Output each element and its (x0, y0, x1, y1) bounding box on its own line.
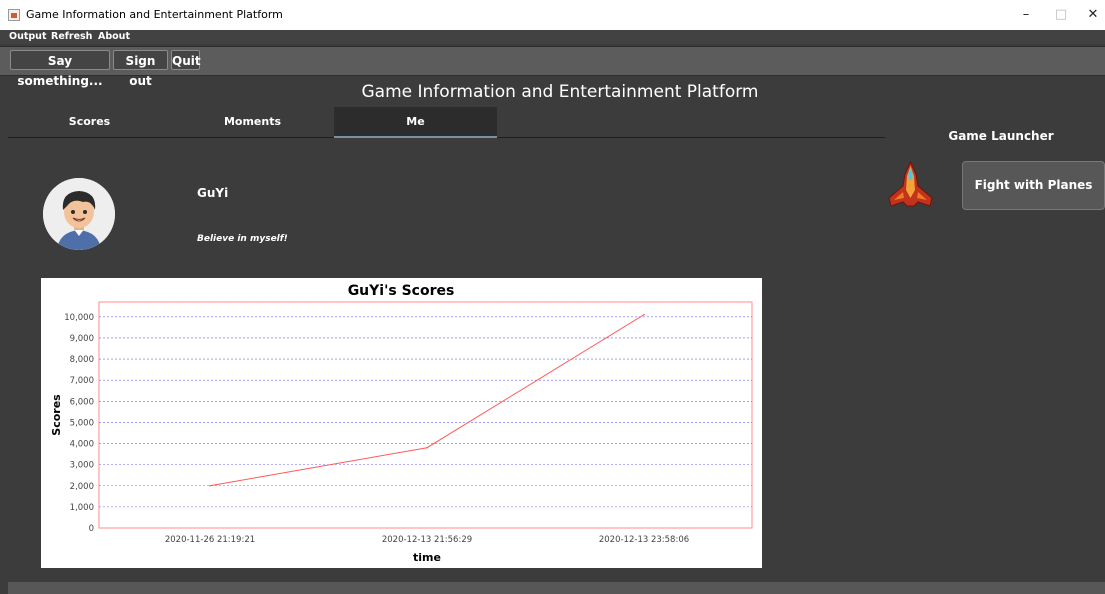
x-tick-label: 2020-12-13 23:58:06 (599, 535, 689, 545)
window-title: Game Information and Entertainment Platf… (26, 8, 283, 21)
toolbar: Say something... Sign out Quit (0, 46, 1105, 88)
close-button[interactable]: ✕ (1078, 4, 1105, 26)
data-point (426, 446, 428, 449)
status-strip (8, 582, 1105, 594)
sign-out-button[interactable]: Sign out (113, 50, 168, 88)
x-tick-label: 2020-12-13 21:56:29 (382, 535, 472, 545)
avatar (43, 178, 115, 250)
page-title: Game Information and Entertainment Platf… (361, 82, 759, 102)
y-tick-label: 0 (89, 524, 94, 534)
data-point (643, 313, 645, 316)
fight-with-planes-button[interactable]: Fight with Planes (962, 161, 1105, 210)
menu-output[interactable]: Output (9, 31, 47, 42)
y-tick-label: 4,000 (70, 440, 94, 450)
y-tick-label: 2,000 (70, 482, 94, 492)
y-tick-label: 1,000 (70, 503, 94, 513)
menu-bar: Output Refresh About (0, 30, 1105, 44)
plane-icon (888, 160, 933, 210)
avatar-boy-icon (43, 178, 115, 250)
maximize-button[interactable]: □ (1046, 4, 1076, 26)
profile-name: GuYi (197, 186, 229, 200)
say-something-button[interactable]: Say something... (10, 50, 110, 88)
tab-moments[interactable]: Moments (171, 107, 334, 136)
menu-refresh[interactable]: Refresh (51, 31, 92, 42)
minimize-button[interactable]: – (1011, 4, 1041, 26)
launcher-title: Game Launcher (948, 129, 1054, 143)
y-tick-label: 8,000 (70, 355, 94, 365)
tab-bar: Scores Moments Me (8, 107, 885, 138)
y-axis-label: Scores (50, 394, 63, 436)
y-tick-label: 3,000 (70, 461, 94, 471)
java-app-icon (8, 9, 20, 21)
menu-about[interactable]: About (98, 31, 130, 42)
profile-motto: Believe in myself! (197, 234, 288, 244)
data-point (209, 484, 211, 487)
window-title-bar: Game Information and Entertainment Platf… (0, 0, 1105, 30)
x-tick-label: 2020-11-26 21:19:21 (165, 535, 255, 545)
tab-me[interactable]: Me (334, 107, 497, 138)
x-axis-label: time (413, 551, 441, 564)
y-tick-label: 10,000 (64, 313, 94, 323)
tab-scores[interactable]: Scores (8, 107, 171, 136)
y-tick-label: 5,000 (70, 418, 94, 428)
score-chart: 0 1,000 2,000 3,000 4,000 5,000 6,000 7,000 8,00… (41, 278, 762, 568)
quit-button[interactable]: Quit (171, 50, 201, 70)
y-tick-label: 9,000 (70, 334, 94, 344)
y-tick-label: 6,000 (70, 397, 94, 407)
chart-title: GuYi's Scores (348, 283, 455, 299)
y-tick-label: 7,000 (70, 376, 94, 386)
score-chart-svg: 0 1,000 2,000 3,000 4,000 5,000 6,000 7,000 8,00… (50, 283, 753, 564)
plot-area (98, 301, 753, 529)
